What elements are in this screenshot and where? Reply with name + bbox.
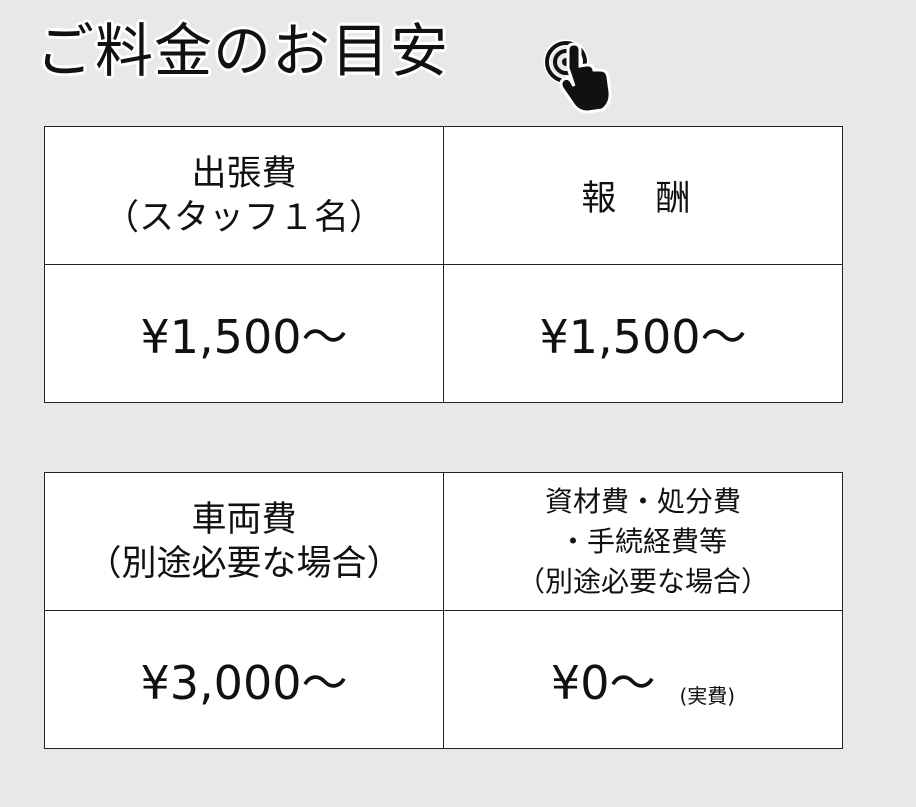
page-title: ご料金のお目安 (36, 17, 450, 85)
fee-table-travel-reward: 出張費 （スタッフ１名） 報 酬 ¥1,500～ ¥1,500～ (44, 126, 843, 403)
materials-fee-value-cell: ¥0～ (実費) (443, 610, 843, 749)
materials-fee-label-line3: （別途必要な場合） (516, 564, 769, 598)
vehicle-fee-label: 車両費 (191, 499, 297, 540)
travel-fee-price: ¥1,500～ (140, 309, 348, 364)
reward-label: 報 酬 (581, 179, 705, 219)
vehicle-fee-sublabel: （別途必要な場合） (86, 543, 402, 584)
travel-fee-value-cell: ¥1,500～ (44, 264, 444, 403)
header-materials-fee: 資材費・処分費 ・手続経費等 （別途必要な場合） (443, 472, 843, 611)
materials-fee-label-line2: ・手続経費等 (558, 524, 727, 558)
tap-hand-icon (543, 39, 612, 114)
header-vehicle-fee: 車両費 （別途必要な場合） (44, 472, 444, 611)
reward-price: ¥1,500～ (539, 309, 747, 364)
header-reward: 報 酬 (443, 126, 843, 265)
actual-cost-note: (実費) (679, 683, 736, 708)
materials-fee-price: ¥0～ (550, 655, 656, 710)
header-travel-fee: 出張費 （スタッフ１名） (44, 126, 444, 265)
materials-fee-label-line1: 資材費・処分費 (544, 484, 741, 518)
vehicle-fee-value-cell: ¥3,000～ (44, 610, 444, 749)
vehicle-fee-price: ¥3,000～ (140, 655, 348, 710)
travel-fee-sublabel: （スタッフ１名） (103, 197, 384, 238)
reward-value-cell: ¥1,500～ (443, 264, 843, 403)
travel-fee-label: 出張費 (191, 153, 297, 194)
fee-table-vehicle-materials: 車両費 （別途必要な場合） 資材費・処分費 ・手続経費等 （別途必要な場合） ¥… (44, 472, 843, 749)
